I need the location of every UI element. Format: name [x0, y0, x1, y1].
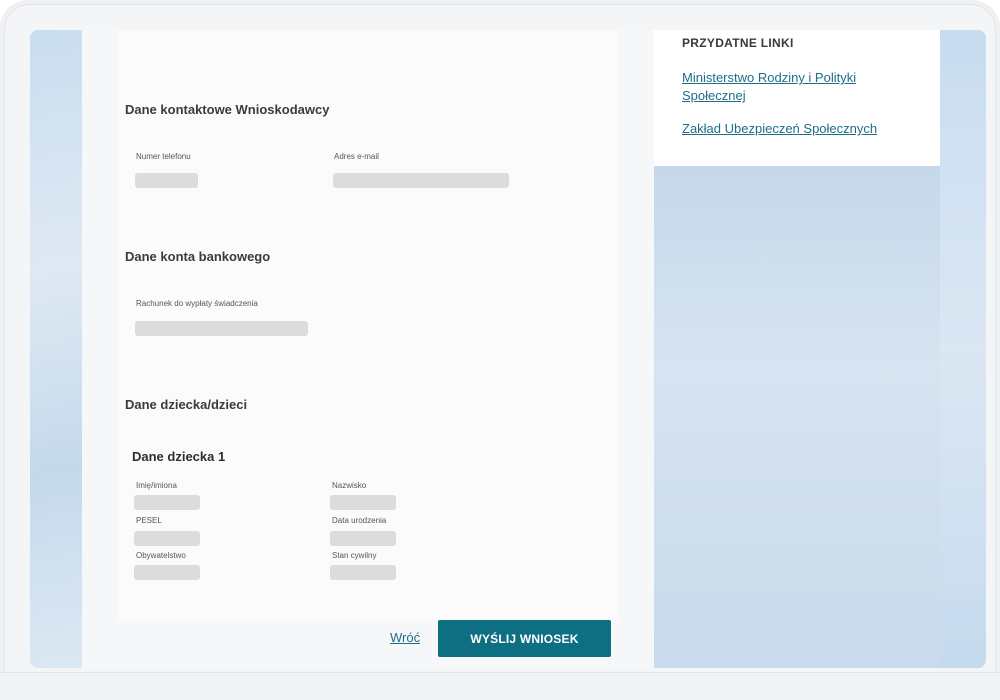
citizenship-label: Obywatelstwo: [136, 551, 186, 560]
useful-links-panel: PRZYDATNE LINKI Ministerstwo Rodziny i P…: [654, 30, 940, 166]
back-link[interactable]: Wróć: [390, 630, 420, 645]
email-label: Adres e-mail: [334, 152, 379, 161]
submit-application-button[interactable]: WYŚLIJ WNIOSEK: [438, 620, 611, 657]
application-form: Dane kontaktowe Wnioskodawcy Numer telef…: [118, 30, 618, 620]
first-name-field[interactable]: [134, 495, 200, 510]
last-name-field[interactable]: [330, 495, 396, 510]
children-section-title: Dane dziecka/dzieci: [125, 397, 248, 412]
form-actions: Wróć WYŚLIJ WNIOSEK: [82, 620, 654, 668]
pesel-label: PESEL: [136, 516, 162, 525]
form-column: Dane kontaktowe Wnioskodawcy Numer telef…: [82, 30, 654, 668]
first-name-label: Imię/imiona: [136, 481, 177, 490]
email-field[interactable]: [333, 173, 509, 188]
contact-section-title: Dane kontaktowe Wnioskodawcy: [125, 102, 330, 117]
bank-section-title: Dane konta bankowego: [125, 249, 271, 264]
birth-date-field[interactable]: [330, 531, 396, 546]
useful-links-title: PRZYDATNE LINKI: [682, 36, 794, 50]
citizenship-field[interactable]: [134, 565, 200, 580]
laptop-frame: Dane kontaktowe Wnioskodawcy Numer telef…: [0, 0, 1000, 700]
bank-account-label: Rachunek do wypłaty świadczenia: [136, 299, 258, 308]
laptop-base: [0, 672, 1000, 700]
marital-status-label: Stan cywilny: [332, 551, 377, 560]
screen: Dane kontaktowe Wnioskodawcy Numer telef…: [30, 30, 986, 668]
phone-field[interactable]: [135, 173, 198, 188]
pesel-field[interactable]: [134, 531, 200, 546]
link-zus[interactable]: Zakład Ubezpieczeń Społecznych: [682, 120, 902, 138]
phone-label: Numer telefonu: [136, 152, 191, 161]
child-1-title: Dane dziecka 1: [132, 449, 226, 464]
page-background-edge: [940, 30, 986, 668]
birth-date-label: Data urodzenia: [332, 516, 387, 525]
marital-status-field[interactable]: [330, 565, 396, 580]
bank-account-field[interactable]: [135, 321, 308, 336]
sidebar-background: [654, 166, 940, 668]
last-name-label: Nazwisko: [332, 481, 367, 490]
link-ministry-family[interactable]: Ministerstwo Rodziny i Polityki Społeczn…: [682, 69, 902, 105]
